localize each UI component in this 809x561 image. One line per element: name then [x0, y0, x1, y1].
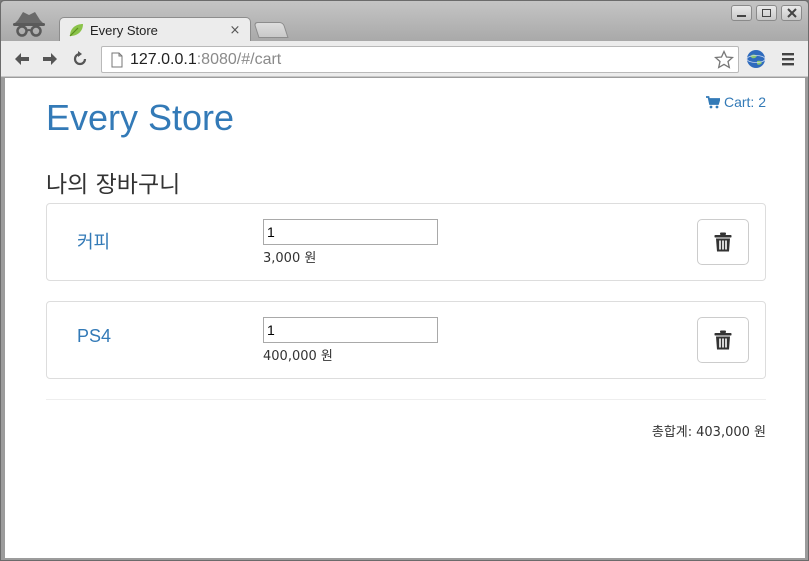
cart-count-label: Cart: 2 [723, 94, 766, 110]
delete-item-button[interactable] [697, 317, 749, 363]
reload-icon [73, 51, 87, 66]
forward-arrow-icon [43, 53, 57, 65]
cart-total: 총합계: 403,000 원 [652, 421, 766, 440]
address-bar[interactable]: 127.0.0.1:8080/#/cart [101, 46, 739, 73]
maximize-button[interactable] [756, 5, 777, 21]
trash-icon [714, 330, 732, 350]
cart-link[interactable]: Cart: 2 [705, 94, 766, 110]
item-name-link[interactable]: PS4 [77, 326, 111, 347]
cart-item: 커피 3,000 원 [46, 203, 766, 281]
divider [46, 399, 766, 400]
brand-link[interactable]: Every Store [46, 97, 234, 139]
browser-tab[interactable]: Every Store × [59, 17, 251, 42]
tab-title: Every Store [90, 22, 158, 38]
page-content: Every Store Cart: 2 나의 장바구니 커피 3,000 원 [5, 78, 805, 558]
shopping-cart-icon [705, 95, 720, 108]
close-icon [786, 8, 797, 18]
url-text: 127.0.0.1:8080/#/cart [130, 51, 281, 69]
browser-toolbar: 127.0.0.1:8080/#/cart [1, 41, 808, 77]
url-path: :8080/#/cart [196, 50, 282, 68]
item-name-link[interactable]: 커피 [77, 228, 110, 254]
window-close-button[interactable] [781, 5, 802, 21]
title-bar: Every Store × [1, 1, 808, 42]
delete-item-button[interactable] [697, 219, 749, 265]
tab-close-button[interactable]: × [228, 23, 242, 38]
leaf-icon [69, 24, 83, 37]
quantity-input[interactable] [263, 219, 438, 245]
cart-item: PS4 400,000 원 [46, 301, 766, 379]
page-icon [111, 52, 123, 67]
total-value: 403,000 원 [696, 425, 766, 440]
incognito-icon [13, 12, 45, 37]
back-button[interactable] [11, 48, 33, 70]
url-host: 127.0.0.1 [130, 50, 197, 68]
star-icon[interactable] [714, 50, 734, 70]
hamburger-menu-icon[interactable] [779, 50, 797, 68]
cart-title: 나의 장바구니 [46, 172, 181, 198]
forward-button[interactable] [39, 48, 61, 70]
new-tab-button[interactable] [253, 22, 289, 38]
trash-icon [714, 232, 732, 252]
back-arrow-icon [15, 53, 29, 65]
globe-icon[interactable] [746, 49, 766, 69]
reload-button[interactable] [69, 48, 91, 70]
item-price: 400,000 원 [263, 349, 333, 364]
browser-window: Every Store × 127.0.0.1:8080/#/cart Ever… [0, 0, 809, 561]
total-label: 총합계: [651, 425, 693, 440]
item-price: 3,000 원 [263, 251, 317, 266]
quantity-input[interactable] [263, 317, 438, 343]
minimize-button[interactable] [731, 5, 752, 21]
